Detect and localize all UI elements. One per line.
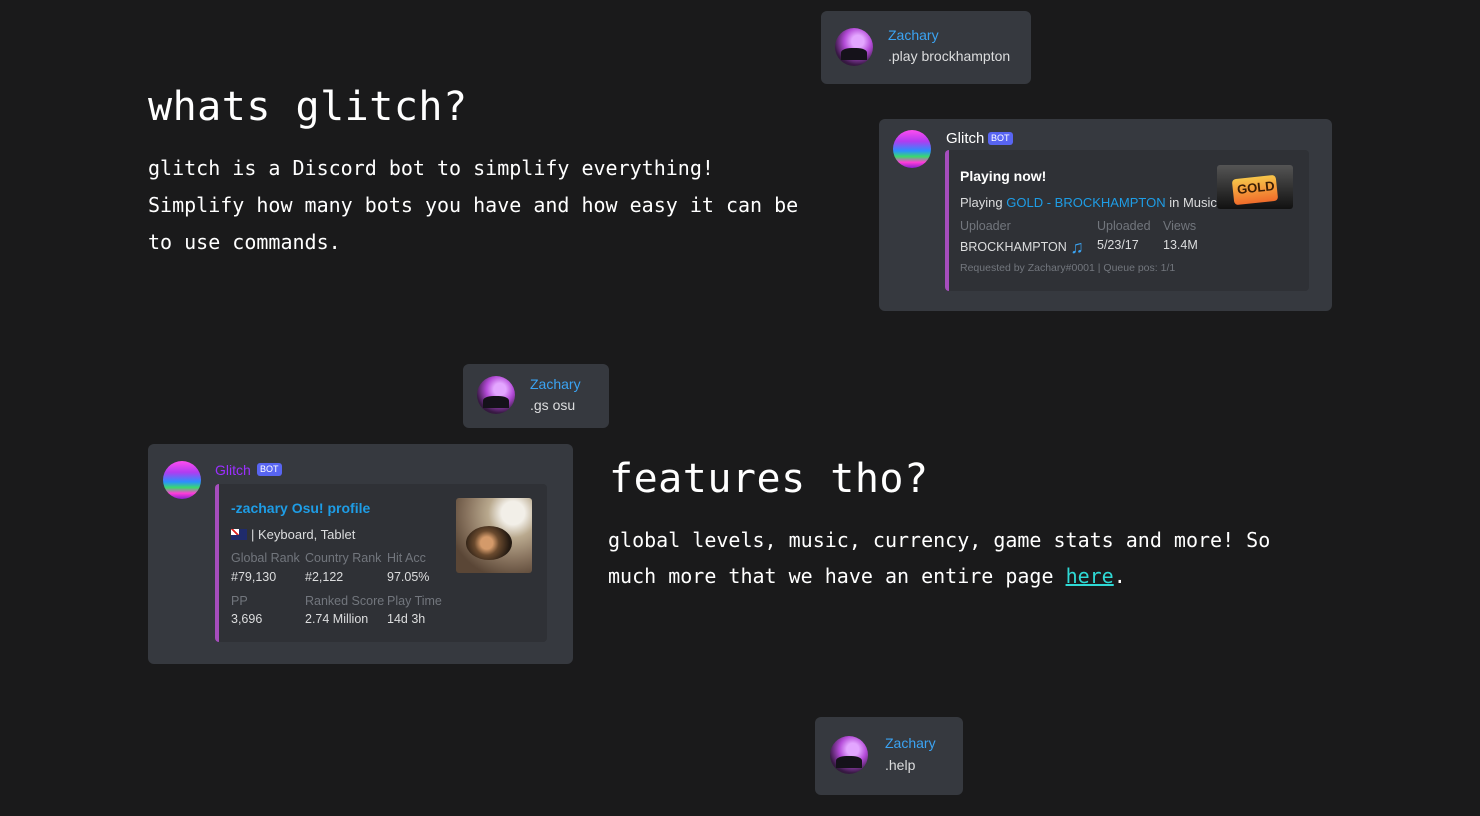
field-hit-acc-value: 97.05% bbox=[387, 570, 430, 584]
music-note-icon: ♫ bbox=[1070, 237, 1084, 257]
field-uploader-name: Uploader bbox=[960, 219, 1011, 233]
field-uploaded-value: 5/23/17 bbox=[1097, 238, 1139, 252]
playing-prefix: Playing bbox=[960, 195, 1007, 210]
now-playing-line: Playing GOLD - BROCKHAMPTON in Music bbox=[960, 195, 1217, 210]
profile-subtitle: | Keyboard, Tablet bbox=[231, 527, 355, 542]
username[interactable]: Zachary bbox=[888, 27, 939, 43]
australia-flag-icon bbox=[231, 529, 247, 540]
features-text: global levels, music, currency, game sta… bbox=[608, 528, 1271, 588]
field-global-rank-name: Global Rank bbox=[231, 551, 300, 565]
message-text: .help bbox=[885, 757, 916, 773]
username[interactable]: Zachary bbox=[530, 376, 581, 392]
bot-avatar[interactable] bbox=[893, 130, 931, 168]
field-ranked-score-value: 2.74 Million bbox=[305, 612, 369, 626]
message-help-command: Zachary .help bbox=[815, 717, 963, 795]
playing-suffix: in Music bbox=[1165, 195, 1217, 210]
field-views-name: Views bbox=[1163, 219, 1197, 233]
album-thumbnail[interactable]: GOLD bbox=[1217, 165, 1293, 209]
message-osu-command: Zachary .gs osu bbox=[463, 364, 609, 428]
field-uploader-value: BROCKHAMPTON ♫ bbox=[960, 237, 1084, 257]
profile-thumbnail[interactable] bbox=[456, 498, 532, 573]
field-country-rank-name: Country Rank bbox=[305, 551, 382, 565]
osu-embed: -zachary Osu! profile | Keyboard, Tablet… bbox=[215, 484, 547, 642]
message-text: .gs osu bbox=[530, 397, 576, 413]
field-hit-acc-name: Hit Acc bbox=[387, 551, 426, 565]
bot-username[interactable]: Glitch bbox=[946, 130, 984, 147]
message-text: .play brockhampton bbox=[888, 48, 1011, 64]
bot-avatar[interactable] bbox=[163, 461, 201, 499]
song-link[interactable]: GOLD - BROCKHAMPTON bbox=[1006, 195, 1165, 210]
embed-title: Playing now! bbox=[960, 168, 1047, 184]
message-play-command: Zachary .play brockhampton bbox=[821, 11, 1031, 84]
bot-tag: BOT bbox=[988, 132, 1013, 145]
features-page-link[interactable]: here bbox=[1066, 564, 1114, 588]
music-embed: Playing now! Playing GOLD - BROCKHAMPTON… bbox=[945, 150, 1309, 291]
bot-tag: BOT bbox=[257, 463, 282, 476]
field-play-time-value: 14d 3h bbox=[387, 612, 426, 626]
field-ranked-score-name: Ranked Score bbox=[305, 594, 385, 608]
embed-title[interactable]: -zachary Osu! profile bbox=[231, 500, 370, 516]
user-avatar[interactable] bbox=[830, 736, 868, 774]
field-country-rank-value: #2,122 bbox=[305, 570, 344, 584]
bot-username[interactable]: Glitch bbox=[215, 462, 251, 478]
field-global-rank-value: #79,130 bbox=[231, 570, 277, 584]
field-uploaded-name: Uploaded bbox=[1097, 219, 1151, 233]
field-play-time-name: Play Time bbox=[387, 594, 442, 608]
field-pp-value: 3,696 bbox=[231, 612, 263, 626]
field-pp-name: PP bbox=[231, 594, 248, 608]
field-views-value: 13.4M bbox=[1163, 238, 1198, 252]
intro-heading: whats glitch? bbox=[148, 84, 468, 130]
features-heading: features tho? bbox=[609, 456, 929, 502]
message-music-embed: Glitch BOT Playing now! Playing GOLD - B… bbox=[879, 119, 1332, 311]
embed-footer: Requested by Zachary#0001 | Queue pos: 1… bbox=[960, 262, 1176, 274]
username[interactable]: Zachary bbox=[885, 735, 936, 751]
message-osu-embed: Glitch BOT -zachary Osu! profile | Keybo… bbox=[148, 444, 573, 664]
intro-text: glitch is a Discord bot to simplify ever… bbox=[148, 156, 799, 254]
user-avatar[interactable] bbox=[835, 28, 873, 66]
user-avatar[interactable] bbox=[477, 376, 515, 414]
